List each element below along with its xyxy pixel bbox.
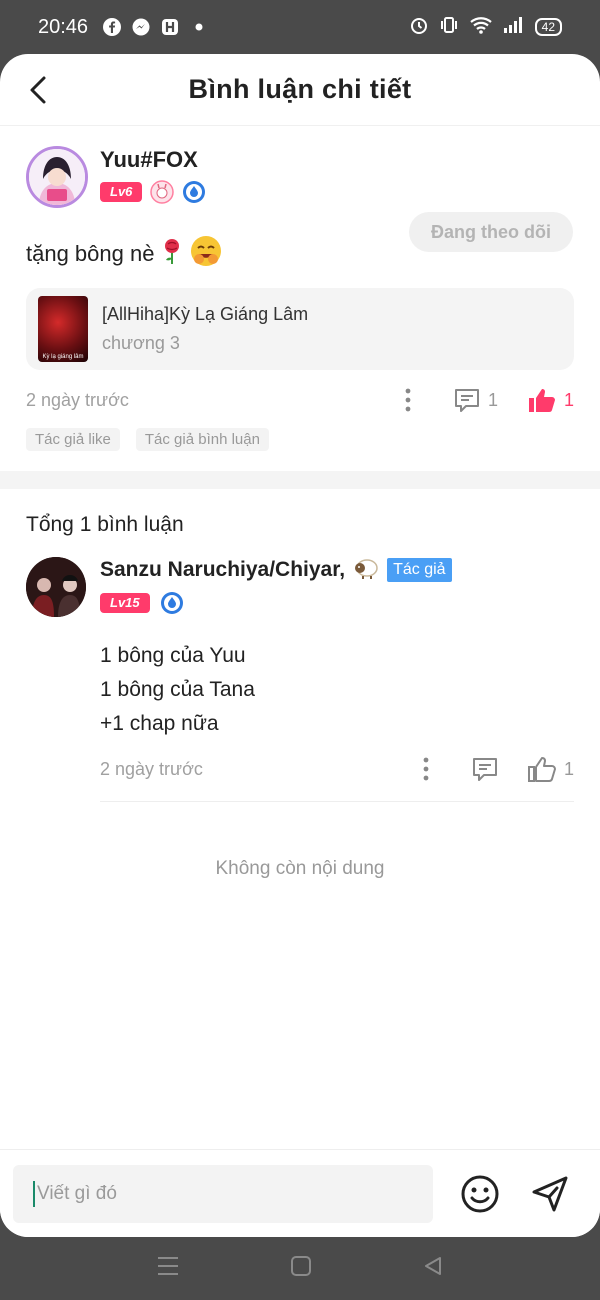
smiley-icon — [461, 1175, 499, 1212]
vibrate-icon — [439, 15, 459, 40]
battery-indicator: 42 — [534, 18, 562, 36]
like-count: 1 — [563, 389, 574, 410]
comment-input-bar: Viết gì đó — [0, 1149, 600, 1237]
comment-line: 1 bông của Tana — [100, 678, 255, 701]
following-button[interactable]: Đang theo dõi — [409, 212, 573, 252]
story-cover: Kỳ lạ giáng lâm — [38, 296, 88, 362]
water-drop-badge-icon — [160, 591, 184, 615]
app-h-icon — [160, 17, 180, 37]
messenger-icon — [131, 17, 151, 37]
cover-caption: Kỳ lạ giáng lâm — [42, 354, 84, 360]
reply-button[interactable]: 1 — [454, 387, 498, 413]
section-divider — [0, 471, 600, 489]
comment-total: Tổng 1 bình luận — [26, 513, 184, 536]
main-comment: Yuu#FOX Lv6 Đang theo dõi tặng bông nè K… — [0, 126, 600, 451]
facebook-icon — [102, 17, 122, 37]
alarm-icon — [409, 15, 429, 40]
smiling-face-emoji-icon — [190, 235, 222, 273]
username[interactable]: Yuu#FOX — [100, 147, 206, 173]
comment-text: 1 bông của Yuu 1 bông của Tana +1 chap n… — [100, 639, 574, 741]
comment-input[interactable]: Viết gì đó — [13, 1164, 433, 1223]
text-caret — [33, 1180, 35, 1207]
comment-text: tặng bông nè — [26, 241, 155, 266]
tag-author-commented: Tác giả bình luận — [135, 428, 269, 451]
post-time: 2 ngày trước — [26, 389, 129, 410]
rose-emoji-icon — [160, 237, 184, 271]
chevron-left-icon — [30, 76, 46, 104]
back-triangle-icon — [425, 1257, 441, 1275]
avatar[interactable] — [26, 146, 88, 208]
wifi-icon — [469, 15, 493, 40]
input-placeholder: Viết gì đó — [37, 1182, 117, 1204]
comment-line: +1 chap nữa — [100, 712, 219, 735]
send-icon — [532, 1176, 568, 1211]
list-item: Sanzu Naruchiya/Chiyar, Tác giả Lv15 1 b… — [26, 557, 574, 802]
author-tag: Tác giả — [387, 558, 452, 582]
like-button[interactable]: 1 — [527, 756, 574, 782]
story-card[interactable]: Kỳ lạ giáng lâm [AllHiha]Kỳ Lạ Giáng Lâm… — [26, 288, 574, 370]
commenter-name[interactable]: Sanzu Naruchiya/Chiyar, — [100, 558, 345, 582]
sheep-emoji-icon — [353, 556, 379, 585]
header: Bình luận chi tiết — [0, 54, 600, 126]
level-badge: Lv6 — [100, 182, 143, 202]
menu-nav-button[interactable] — [156, 1255, 180, 1282]
comment-line: 1 bông của Yuu — [100, 644, 246, 667]
home-square-icon — [291, 1256, 311, 1276]
like-button[interactable]: 1 — [528, 387, 574, 413]
comment-divider — [100, 801, 574, 802]
send-button[interactable] — [528, 1172, 572, 1216]
comment-icon — [454, 389, 479, 412]
system-nav-bar — [0, 1237, 600, 1300]
signal-icon — [503, 16, 525, 39]
page-title: Bình luận chi tiết — [188, 74, 412, 104]
menu-icon — [158, 1257, 178, 1275]
comment-icon — [472, 758, 497, 781]
like-count: 1 — [563, 758, 574, 779]
back-nav-button[interactable] — [422, 1255, 444, 1282]
reply-button[interactable] — [472, 756, 498, 782]
status-bar: 20:46 42 — [0, 0, 600, 54]
back-button[interactable] — [22, 72, 54, 108]
tag-author-liked: Tác giả like — [26, 428, 120, 451]
more-vertical-icon — [423, 757, 429, 781]
more-vertical-icon — [405, 388, 411, 412]
end-of-list-label: Không còn nội dung — [215, 858, 385, 879]
more-options-button[interactable] — [416, 757, 436, 781]
thumbs-up-filled-icon — [528, 389, 555, 412]
emoji-button[interactable] — [458, 1172, 502, 1216]
status-time: 20:46 — [38, 15, 89, 38]
comments-section: Tổng 1 bình luận Sanzu Naruchiya/Chiyar, — [0, 513, 600, 880]
comment-detail-sheet: Bình luận chi tiết Yuu#FOX Lv6 Đang theo… — [0, 54, 600, 1237]
comment-time: 2 ngày trước — [100, 758, 203, 779]
story-title: [AllHiha]Kỳ Lạ Giáng Lâm — [102, 304, 309, 324]
level-badge: Lv15 — [100, 593, 150, 613]
bunny-badge-icon — [150, 180, 175, 204]
story-chapter: chương 3 — [102, 333, 180, 353]
home-nav-button[interactable] — [290, 1255, 312, 1282]
avatar[interactable] — [26, 557, 86, 617]
more-options-button[interactable] — [398, 388, 418, 412]
reply-count: 1 — [487, 389, 498, 410]
notification-dot-icon — [189, 17, 209, 37]
water-drop-badge-icon — [182, 180, 206, 204]
thumbs-up-outline-icon — [527, 757, 556, 782]
